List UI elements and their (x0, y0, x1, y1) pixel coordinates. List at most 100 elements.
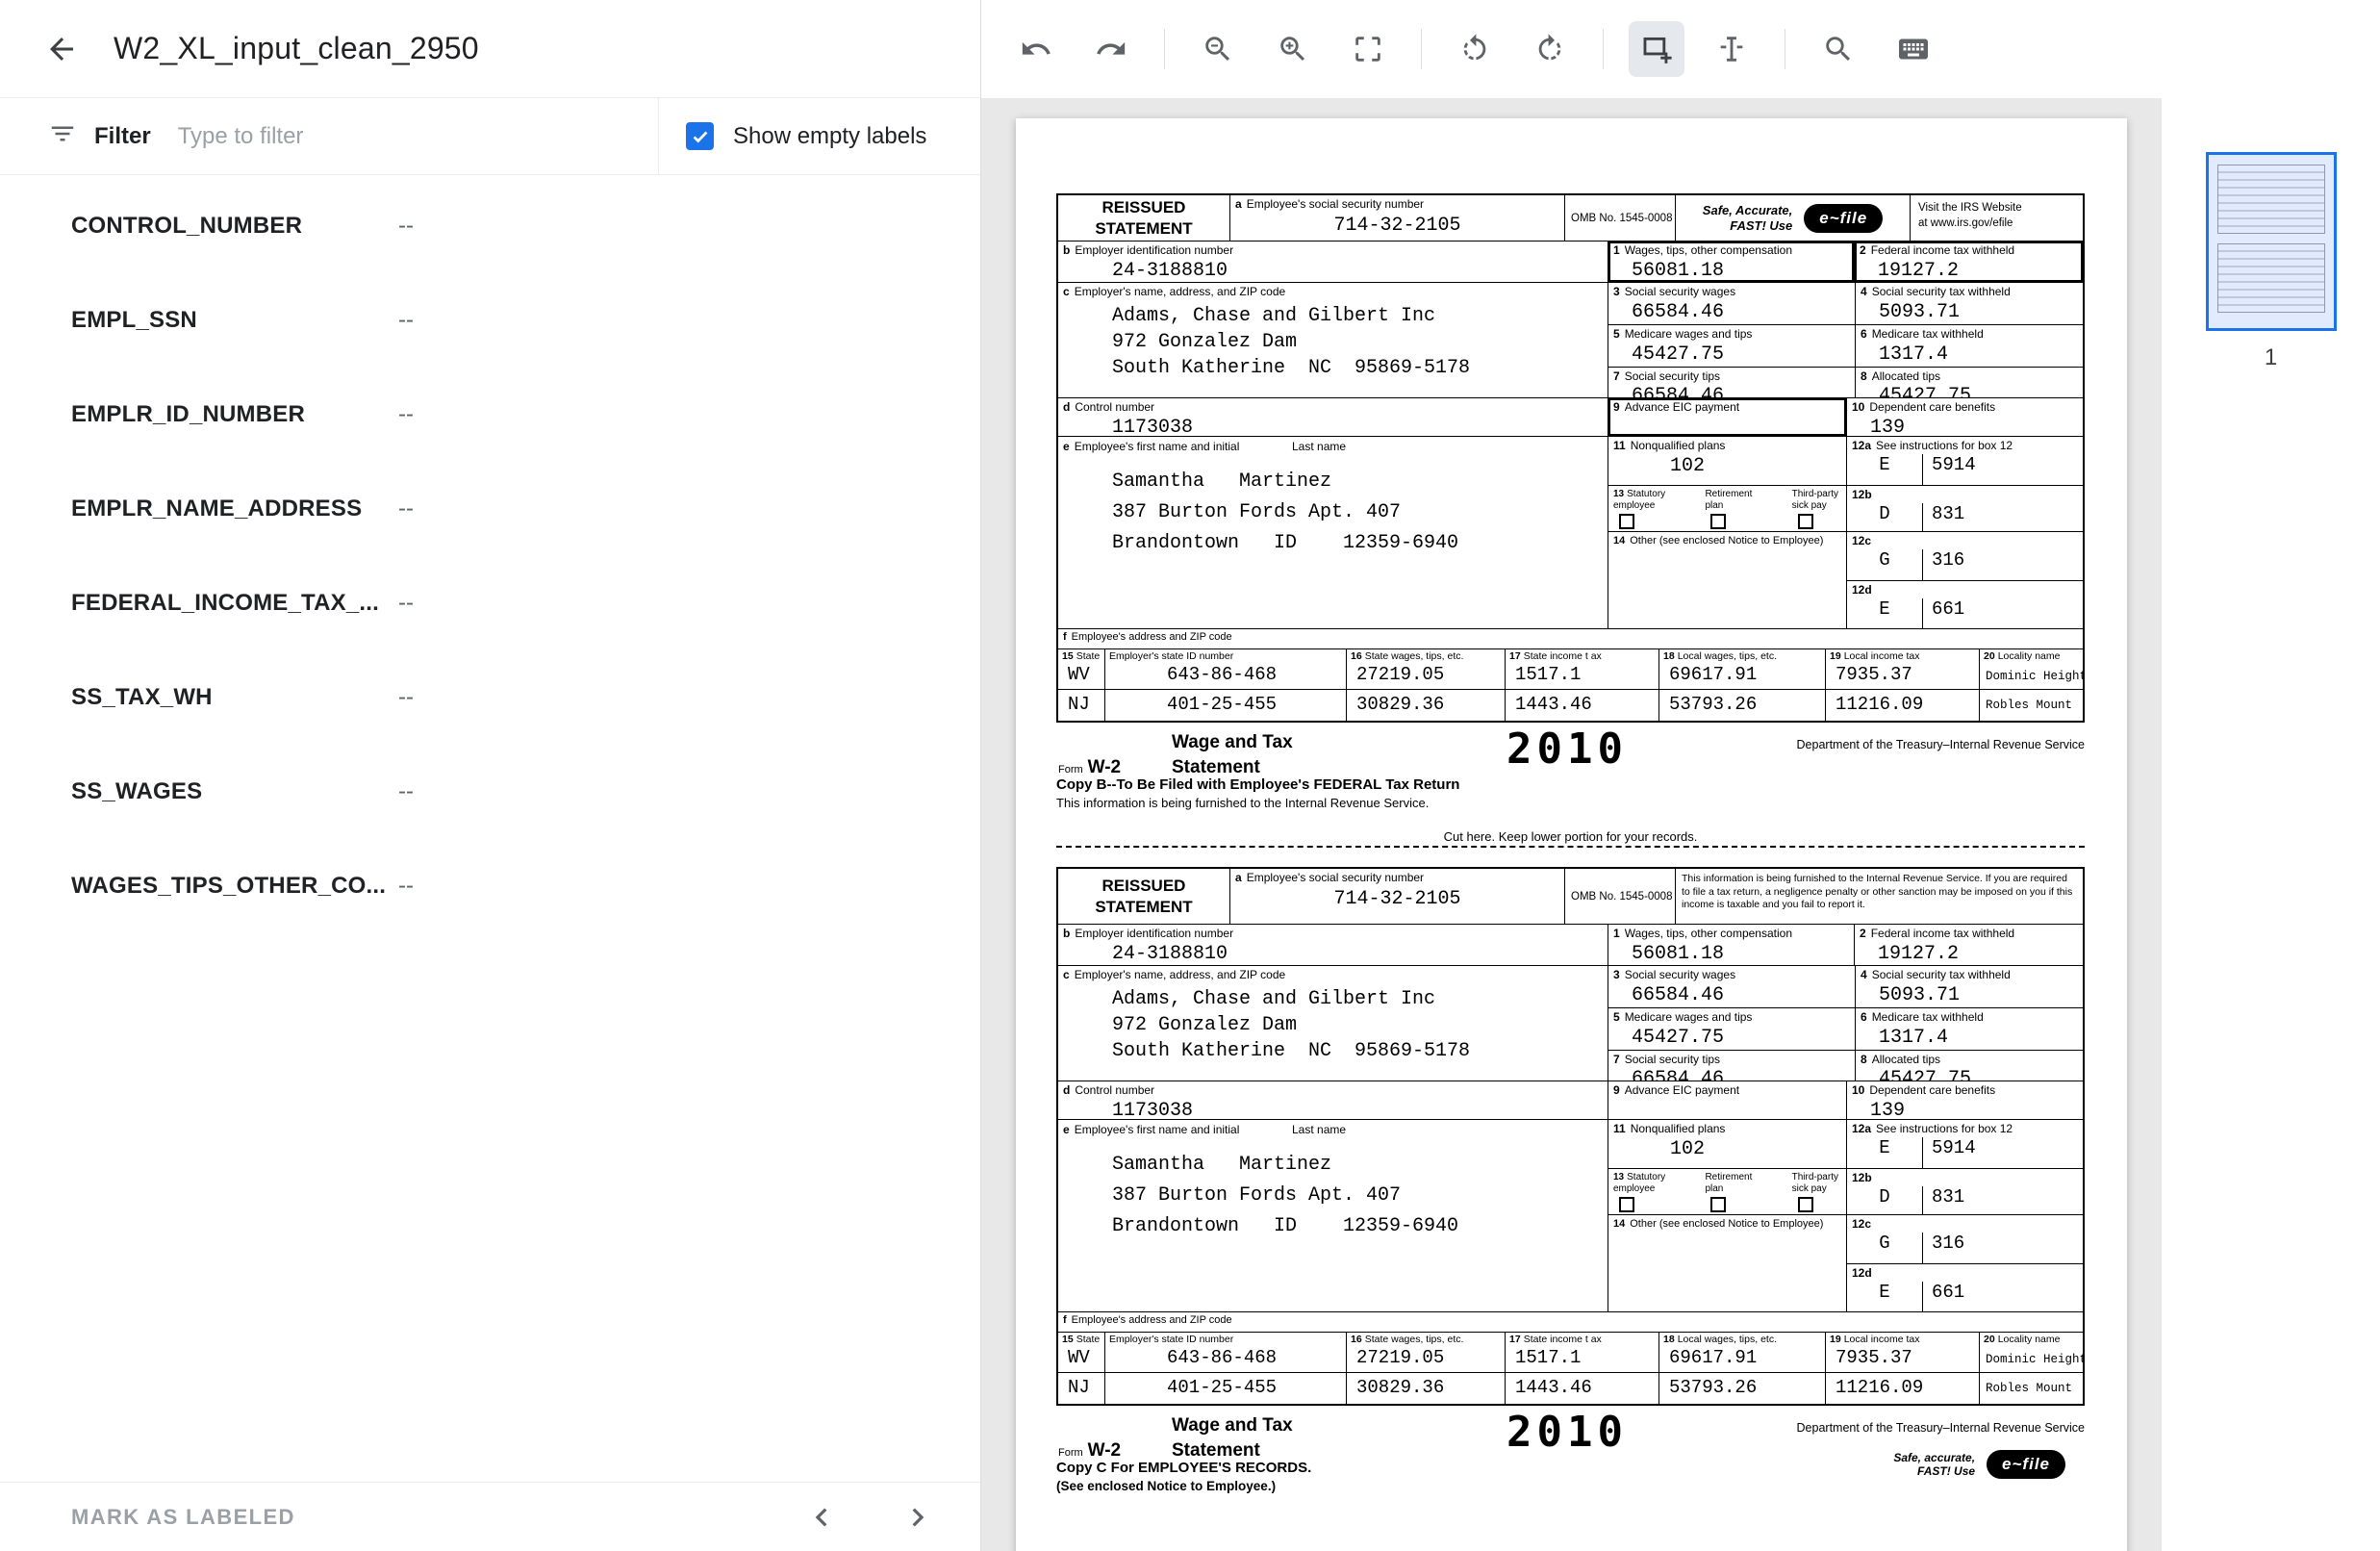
employer-state-id: Employer's state ID number 643-86-468 (1104, 649, 1346, 689)
box-11-nonqualified-plans: 11Nonqualified plans 102 (1608, 1120, 1846, 1169)
omb-number: OMB No. 1545-0008 (1564, 869, 1675, 924)
filter-label: Filter (94, 123, 151, 150)
label-name: WAGES_TIPS_OTHER_CO... (71, 873, 398, 900)
zoom-in-button[interactable] (1265, 21, 1321, 77)
label-row-federal-income-tax[interactable]: FEDERAL_INCOME_TAX_... -- (0, 556, 980, 650)
previous-document-button[interactable] (801, 1497, 842, 1538)
box-1-value: 56081.18 (1608, 259, 1854, 282)
label-row-emplr-id-number[interactable]: EMPLR_ID_NUMBER -- (0, 368, 980, 462)
box-12b: 12b D831 (1847, 486, 2083, 532)
w2-form: REISSUED STATEMENT aEmployee's social se… (1056, 193, 2085, 811)
rotate-right-button[interactable] (1522, 21, 1578, 77)
third-party-sick-pay-checkbox (1798, 514, 1813, 529)
label-value: -- (398, 496, 414, 522)
chevron-right-icon (899, 1499, 936, 1536)
undo-button[interactable] (1008, 21, 1064, 77)
keyboard-shortcuts-button[interactable] (1886, 21, 1941, 77)
bounding-box-tool-button[interactable] (1629, 21, 1684, 77)
box-17-state-income-tax: 17State income t ax 1517.1 (1505, 649, 1658, 689)
rotate-left-button[interactable] (1447, 21, 1503, 77)
box-c-employer-address: cEmployer's name, address, and ZIP code … (1058, 283, 1608, 397)
box-10-dependent-care: 10Dependent care benefits 139 (1846, 1081, 2083, 1119)
box-8-allocated-tips: 8Allocated tips 45427.75 (1855, 1051, 2083, 1081)
bounding-box-icon (1640, 33, 1673, 65)
box-1-wages: 1Wages, tips, other compensation 56081.1… (1608, 242, 1854, 282)
control-number-value: 1173038 (1058, 1099, 1608, 1119)
box-15-state: 15State WV (1058, 1333, 1104, 1372)
back-button[interactable] (35, 22, 89, 76)
mark-as-labeled-button[interactable]: MARK AS LABELED (71, 1505, 295, 1530)
box-13-checkboxes: 13Statutory employee Retirement plan Thi… (1608, 486, 1846, 532)
search-button[interactable] (1810, 21, 1866, 77)
toolbar-divider (1421, 29, 1422, 69)
box-b-employer-ein: bEmployer identification number 24-31888… (1058, 925, 1608, 965)
employer-address-value: Adams, Chase and Gilbert Inc 972 Gonzale… (1058, 303, 1608, 381)
form-w2-label: FormW-2 (1058, 757, 1121, 778)
label-name: CONTROL_NUMBER (71, 213, 398, 240)
toolbar-divider (1603, 29, 1604, 69)
cut-here-line: Cut here. Keep lower portion for your re… (1056, 811, 2085, 867)
box-f-address-label: fEmployee's address and ZIP code (1058, 1312, 2083, 1332)
box-18-local-wages: 18Local wages, tips, etc. 69617.91 (1658, 649, 1825, 689)
filter-input[interactable] (178, 123, 648, 150)
third-party-sick-pay-checkbox (1798, 1197, 1813, 1212)
fit-to-screen-button[interactable] (1340, 21, 1396, 77)
label-row-wages-tips-other[interactable]: WAGES_TIPS_OTHER_CO... -- (0, 839, 980, 933)
efile-banner-footer: Safe, accurate, FAST! Use e~file (1893, 1450, 2065, 1479)
label-row-ss-wages[interactable]: SS_WAGES -- (0, 745, 980, 839)
back-arrow-icon (44, 32, 79, 66)
toolbar-divider (1164, 29, 1165, 69)
label-row-control-number[interactable]: CONTROL_NUMBER -- (0, 179, 980, 273)
efile-banner-text: Safe, Accurate, FAST! Use (1703, 203, 1792, 233)
employer-state-id: Employer's state ID number 643-86-468 (1104, 1333, 1346, 1372)
zoom-out-icon (1202, 33, 1234, 65)
box-12a: 12aSee instructions for box 12 E5914 (1847, 437, 2083, 486)
left-panel-footer: MARK AS LABELED (0, 1482, 980, 1551)
label-row-empl-ssn[interactable]: EMPL_SSN -- (0, 273, 980, 368)
workspace: REISSUED STATEMENT aEmployee's social se… (981, 98, 2380, 1551)
box-19-row2: 11216.09 (1825, 690, 1979, 721)
form-title: Wage and Tax Statement (1172, 1413, 1293, 1462)
department-note: Department of the Treasury–Internal Reve… (1797, 1421, 2085, 1435)
filter-bar: Filter Show empty labels (0, 98, 980, 175)
box-20-locality: 20Locality name Dominic Heights (1979, 1333, 2083, 1372)
box-a-employee-ssn: aEmployee's social security number 714-3… (1229, 195, 1564, 241)
label-name: SS_TAX_WH (71, 684, 398, 711)
label-row-ss-tax-wh[interactable]: SS_TAX_WH -- (0, 650, 980, 745)
department-note: Department of the Treasury–Internal Reve… (1797, 738, 2085, 751)
document-pager (801, 1497, 938, 1538)
page-title: W2_XL_input_clean_2950 (114, 31, 479, 66)
document-canvas[interactable]: REISSUED STATEMENT aEmployee's social se… (981, 98, 2162, 1551)
box-3-ss-wages: 3Social security wages 66584.46 (1608, 283, 1855, 324)
next-document-button[interactable] (898, 1497, 938, 1538)
box-18-row2: 53793.26 (1658, 1373, 1825, 1404)
zoom-out-button[interactable] (1190, 21, 1246, 77)
label-name: EMPLR_ID_NUMBER (71, 401, 398, 428)
label-value: -- (398, 213, 414, 240)
box-12b: 12b D831 (1847, 1169, 2083, 1215)
thumbnail-form-preview (2217, 243, 2325, 313)
box-17-row2: 1443.46 (1505, 1373, 1658, 1404)
efile-logo: e~file (1987, 1450, 2065, 1479)
text-select-icon (1715, 33, 1748, 65)
redo-button[interactable] (1083, 21, 1139, 77)
chevron-left-icon (803, 1499, 840, 1536)
employee-address-value: Samantha Martinez 387 Burton Fords Apt. … (1058, 1150, 1608, 1242)
document-page[interactable]: REISSUED STATEMENT aEmployee's social se… (1016, 118, 2127, 1551)
text-select-tool-button[interactable] (1704, 21, 1760, 77)
show-empty-labels-checkbox[interactable] (686, 122, 714, 150)
box-5-medicare-wages: 5Medicare wages and tips 45427.75 (1608, 1008, 1855, 1050)
app-root: W2_XL_input_clean_2950 Filter Show empty… (0, 0, 2380, 1551)
box-5-medicare-wages: 5Medicare wages and tips 45427.75 (1608, 325, 1855, 367)
label-row-emplr-name-address[interactable]: EMPLR_NAME_ADDRESS -- (0, 462, 980, 556)
box-16-row2: 30829.36 (1346, 1373, 1505, 1404)
tax-year: 2010 (1506, 725, 1628, 774)
boxes-12a-12d: 12aSee instructions for box 12 E5914 12b… (1846, 437, 2083, 628)
ein-value: 24-3188810 (1058, 259, 1608, 282)
page-thumbnail[interactable] (2206, 152, 2337, 331)
ssn-value: 714-32-2105 (1230, 887, 1564, 911)
box-4-ss-tax: 4Social security tax withheld 5093.71 (1855, 283, 2083, 324)
efile-banner: Safe, Accurate, FAST! Use e~file (1675, 195, 1910, 241)
copy-c-line2: (See enclosed Notice to Employee.) (1056, 1479, 1276, 1493)
copy-c-notice: This information is being furnished to t… (1675, 869, 2083, 924)
